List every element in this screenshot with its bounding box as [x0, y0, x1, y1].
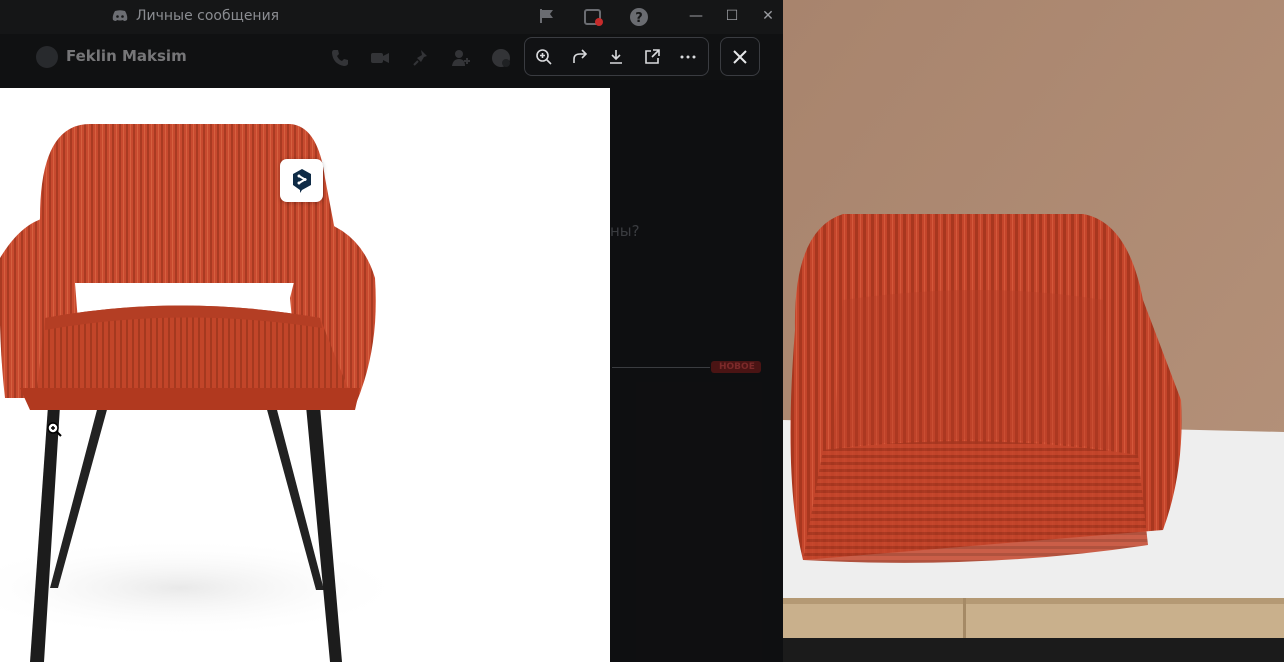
- maximize-button[interactable]: ☐: [721, 6, 743, 26]
- minimize-button[interactable]: —: [685, 6, 707, 26]
- inbox-icon[interactable]: [583, 7, 603, 27]
- svg-text:?: ?: [635, 11, 643, 26]
- zoom-cursor-icon: [47, 422, 62, 437]
- viewed-image[interactable]: [0, 88, 610, 662]
- download-icon: [610, 50, 622, 64]
- forward-icon: [573, 49, 588, 63]
- open-external-icon: [645, 49, 660, 64]
- help-icon[interactable]: ?: [629, 7, 649, 27]
- new-messages-divider: [612, 367, 710, 368]
- deepl-logo-icon: [292, 168, 311, 193]
- new-badge: НОВОЕ: [711, 361, 761, 373]
- forward-button[interactable]: [569, 46, 591, 68]
- close-viewer-button[interactable]: [720, 37, 760, 76]
- download-button[interactable]: [605, 46, 627, 68]
- open-external-button[interactable]: [641, 46, 663, 68]
- window-title-group: Личные сообщения: [112, 8, 279, 24]
- window-title: Личные сообщения: [136, 8, 280, 24]
- discord-logo-icon: [112, 10, 128, 21]
- more-button[interactable]: [677, 46, 699, 68]
- discord-window: Личные сообщения ? — ☐ ✕ Feklin Maksim н…: [0, 0, 783, 662]
- close-window-button[interactable]: ✕: [757, 6, 779, 26]
- message-text: ны?: [610, 222, 640, 240]
- zoom-in-icon: [536, 49, 552, 65]
- close-icon: [733, 49, 747, 64]
- title-bar: Личные сообщения ? — ☐ ✕: [0, 0, 783, 34]
- deepl-extension-button[interactable]: [280, 159, 323, 202]
- chair-photo: [783, 0, 1284, 662]
- zoom-in-button[interactable]: [533, 46, 555, 68]
- viewer-toolbar: [524, 37, 709, 76]
- flag-icon[interactable]: [538, 7, 556, 25]
- more-icon: [680, 55, 696, 59]
